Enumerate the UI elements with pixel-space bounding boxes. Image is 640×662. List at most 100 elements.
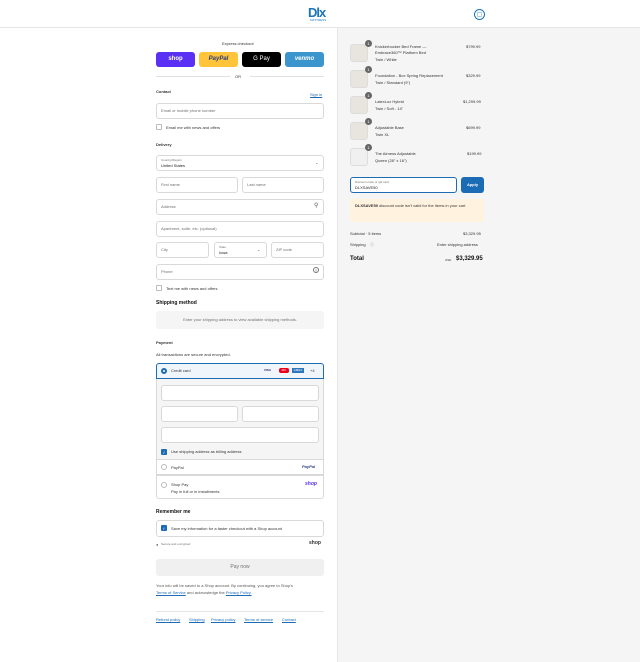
discount-code-field[interactable]: Discount code or gift card DLXSAVE50 [350,177,457,193]
warning-text: discount code isn't valid for the items … [379,203,466,208]
amex-icon: AMEX [292,368,304,373]
save-info-checkbox[interactable]: ✓ [161,525,167,531]
search-icon: ⚲ [314,203,319,209]
country-select[interactable]: Country/Region United States [156,155,324,171]
mastercard-icon: MC [279,368,289,373]
paypal-button[interactable]: PayPal [199,52,238,67]
subtotal-value: $3,329.95 [463,231,481,236]
total-label: Total [350,256,364,262]
quantity-badge: 1 [365,40,372,47]
item-name-line-2: Embrace360™ Platform Bed [375,50,426,55]
privacy-link[interactable]: Privacy Policy. [226,590,252,595]
google-pay-button[interactable]: G Pay [242,52,281,67]
item-variant: Twin / White [375,57,397,62]
payment-heading: Payment [156,340,173,345]
text-news-label: Text me with news and offers [166,286,218,291]
refund-policy-link[interactable]: Refund policy [156,617,180,622]
security-code-field[interactable] [242,406,319,422]
logo-tag: MATTRESS [310,18,327,22]
divider [250,76,324,77]
express-checkout-title: Express checkout [222,41,254,46]
terms-of-service-link[interactable]: Terms of service [244,617,273,622]
address-field[interactable]: Address [156,199,324,215]
sign-in-link[interactable]: Sign in [310,92,322,97]
apartment-field[interactable]: Apartment, suite, etc. (optional) [156,221,324,237]
card-number-field[interactable] [161,385,319,401]
divider [156,76,230,77]
chevron-down-icon: ⌄ [315,160,319,165]
venmo-button[interactable]: venmo [285,52,324,67]
credit-card-radio[interactable] [161,368,167,374]
shipping-method-heading: Shipping method [156,300,197,306]
save-info-label: Save my information for a faster checkou… [171,526,282,531]
shop-pay-option[interactable] [156,475,324,499]
shop-pay-logo: shop [305,481,317,487]
payment-subtitle: All transactions are secure and encrypte… [156,352,231,357]
quantity-badge: 1 [365,66,372,73]
shipping-link[interactable]: Shipping [189,617,205,622]
product-thumbnail [350,96,368,114]
name-on-card-field[interactable] [161,427,319,443]
discount-warning: DLXSAVE50 discount code isn't valid for … [350,199,484,222]
footer-divider [156,611,324,612]
legal-text: Your info will be saved to a Shop accoun… [156,583,293,588]
chevron-down-icon: ⌄ [257,247,261,252]
quantity-badge: 1 [365,92,372,99]
subtotal-label: Subtotal · 5 items [350,231,382,236]
currency-code: USD [445,258,452,262]
product-thumbnail [350,70,368,88]
help-icon[interactable]: ? [313,267,319,273]
paypal-label: PayPal [171,465,184,470]
shop-logo: shop [309,540,321,546]
item-variant: Twin / Soft - 14" [375,106,404,111]
shopping-bag-icon[interactable]: ▢ [474,9,485,20]
email-news-checkbox[interactable] [156,124,162,130]
email-field[interactable]: Email or mobile phone number [156,103,324,119]
item-price: $329.99 [466,73,481,78]
more-cards-badge: +4 [310,368,315,373]
shop-pay-label: Shop Pay [171,482,189,487]
product-thumbnail [350,148,368,166]
item-variant: Twin XL [375,132,390,137]
or-divider-label: OR [235,74,241,79]
item-price: $799.99 [466,44,481,49]
contact-heading: Contact [156,89,171,94]
expiration-field[interactable] [161,406,238,422]
first-name-field[interactable]: First name [156,177,238,193]
item-name: Adjustable Base [375,125,404,130]
privacy-policy-link[interactable]: Privacy policy [211,617,235,622]
email-news-label: Email me with news and offers [166,125,221,130]
shipping-label: Shipping [350,242,366,247]
item-price: $199.99 [467,151,482,156]
shop-pay-button[interactable]: shop [156,52,195,67]
phone-field[interactable]: Phone [156,264,324,280]
country-value: United States [161,163,186,168]
text-news-checkbox[interactable] [156,285,162,291]
shop-pay-radio[interactable] [161,482,167,488]
billing-checkbox[interactable]: ✓ [161,449,167,455]
city-field[interactable]: City [156,242,209,258]
secure-label: Secure and encrypted [161,542,191,546]
shipping-method-note: Enter your shipping address to view avai… [156,311,324,329]
shop-pay-subtitle: Pay in full or in installments [171,489,220,494]
terms-link[interactable]: Terms of Service [156,590,186,595]
contact-link[interactable]: Contact [282,617,296,622]
visa-icon: VISA [264,368,272,372]
discount-value: DLXSAVE50 [355,185,378,190]
pay-now-button[interactable]: Pay now [156,559,324,576]
product-thumbnail [350,44,368,62]
zip-field[interactable]: ZIP code [271,242,324,258]
remember-me-heading: Remember me [156,509,191,515]
product-thumbnail [350,122,368,140]
legal-and: and acknowledge the [186,590,225,595]
delivery-heading: Delivery [156,142,172,147]
item-name: Knickerbocker Bed Frame — [375,44,427,49]
item-name: The Airness Adjustable [375,151,416,156]
store-logo[interactable]: Dlx MATTRESS [308,5,334,23]
credit-card-label: Credit card [171,368,191,373]
apply-button[interactable]: Apply [461,177,484,193]
warning-code: DLXSAVE50 [355,203,379,208]
order-summary [337,28,640,662]
paypal-radio[interactable] [161,464,167,470]
last-name-field[interactable]: Last name [242,177,324,193]
